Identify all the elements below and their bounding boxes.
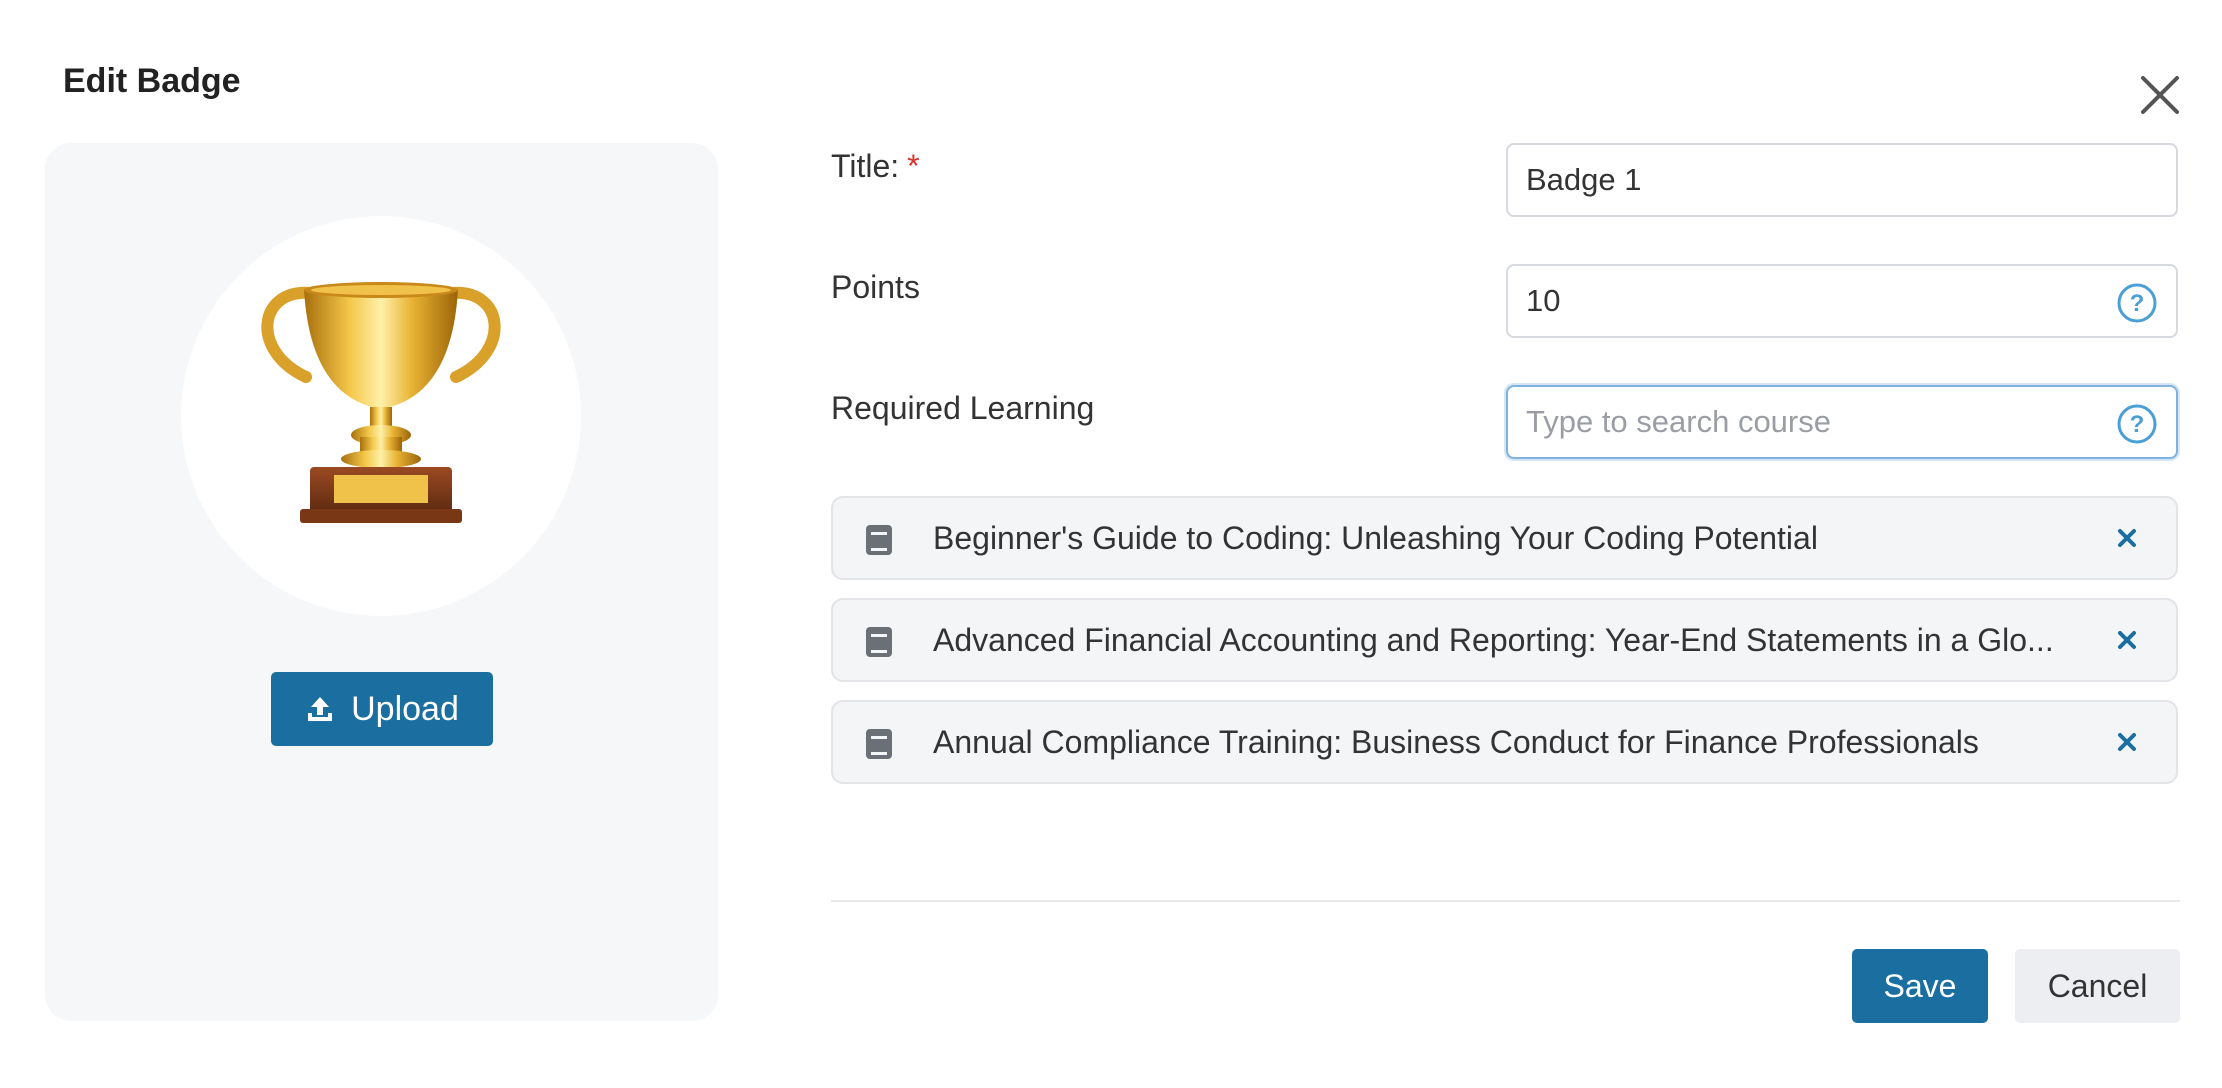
title-input-value: Badge 1 (1526, 162, 1642, 197)
cancel-button[interactable]: Cancel (2015, 949, 2180, 1023)
required-learning-label: Required Learning (831, 390, 1095, 426)
question-circle-icon[interactable]: ? (2116, 282, 2158, 324)
remove-x-icon[interactable] (2113, 728, 2141, 756)
upload-button[interactable]: Upload (271, 672, 493, 746)
course-search-placeholder: Type to search course (1526, 404, 1831, 439)
title-label-text: Title: (831, 148, 900, 184)
book-icon (866, 525, 892, 555)
course-list-item: Advanced Financial Accounting and Report… (831, 598, 2178, 682)
course-title: Beginner's Guide to Coding: Unleashing Y… (933, 519, 1818, 556)
remove-x-icon[interactable] (2113, 524, 2141, 552)
badge-image-panel: Upload (45, 143, 718, 1021)
course-search-input[interactable]: Type to search course ? (1506, 385, 2178, 459)
points-label: Points (831, 269, 920, 305)
book-icon (866, 627, 892, 657)
course-title: Advanced Financial Accounting and Report… (933, 621, 2054, 658)
dialog-title: Edit Badge (63, 62, 241, 100)
svg-text:?: ? (2130, 290, 2145, 317)
trophy-image (261, 282, 501, 523)
title-label: Title: * (831, 148, 920, 185)
badge-image-circle (181, 216, 581, 616)
upload-icon (308, 697, 333, 721)
course-title: Annual Compliance Training: Business Con… (933, 723, 1979, 760)
save-button[interactable]: Save (1852, 949, 1988, 1023)
close-icon (2141, 76, 2179, 114)
course-list-item: Beginner's Guide to Coding: Unleashing Y… (831, 496, 2178, 580)
required-asterisk: * (907, 148, 920, 184)
close-button[interactable] (2135, 70, 2185, 120)
book-icon (866, 729, 892, 759)
edit-badge-dialog: Edit Badge Upload Title: * Points Requir… (0, 0, 2222, 1088)
remove-x-icon[interactable] (2113, 626, 2141, 654)
upload-label: Upload (351, 689, 459, 728)
course-list-item: Annual Compliance Training: Business Con… (831, 700, 2178, 784)
question-circle-icon[interactable]: ? (2116, 403, 2158, 445)
title-input[interactable]: Badge 1 (1506, 143, 2178, 217)
points-input[interactable]: 10 ? (1506, 264, 2178, 338)
svg-text:?: ? (2130, 411, 2145, 438)
points-input-value: 10 (1526, 283, 1561, 318)
footer-divider (831, 900, 2180, 902)
